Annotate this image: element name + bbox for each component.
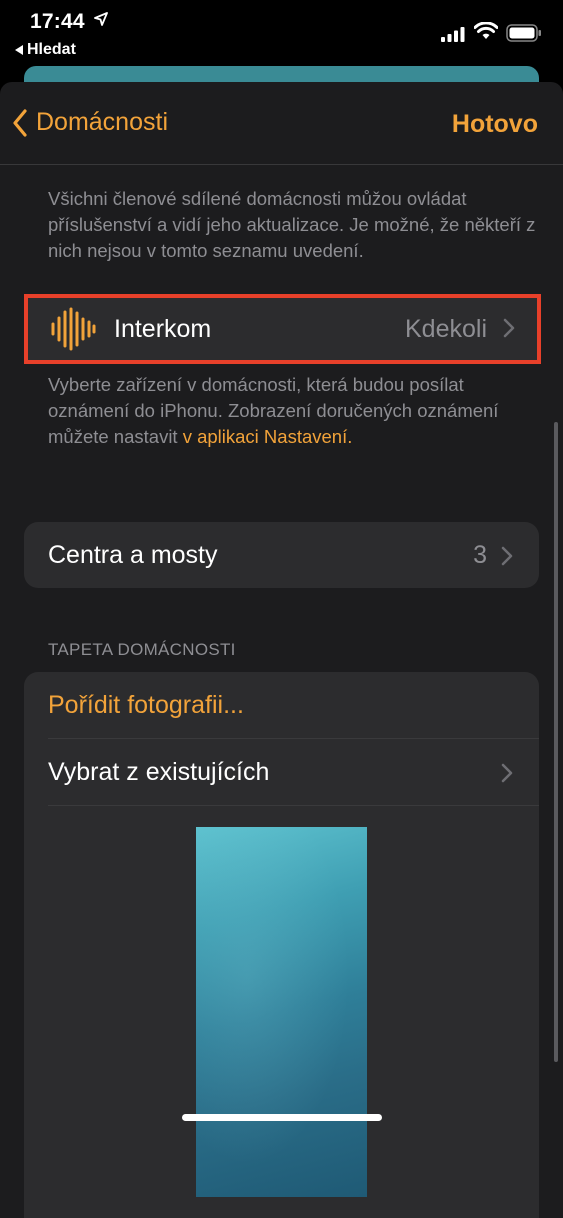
cellular-signal-icon	[441, 27, 465, 42]
location-arrow-icon	[94, 12, 108, 26]
wallpaper-section-header: TAPETA DOMÁCNOSTI	[48, 640, 236, 659]
chevron-right-icon	[501, 546, 513, 566]
back-button-label: Domácnosti	[36, 108, 168, 136]
choose-existing-label: Vybrat z existujících	[48, 757, 270, 786]
chevron-right-icon	[503, 318, 515, 338]
navigation-bar: Domácnosti Hotovo	[0, 82, 563, 165]
chevron-right-icon	[501, 763, 513, 783]
back-to-app-button[interactable]: Hledat	[15, 41, 76, 59]
hubs-card: Centra a mosty 3	[24, 522, 539, 588]
wallpaper-card: Pořídit fotografii... Vybrat z existujíc…	[24, 672, 539, 1218]
status-bar: 17:44 Hledat	[0, 0, 563, 66]
hubs-row[interactable]: Centra a mosty 3	[24, 522, 539, 588]
done-button[interactable]: Hotovo	[452, 110, 538, 139]
members-description: Všichni členové sdílené domácnosti můžou…	[48, 188, 536, 261]
back-app-label: Hledat	[27, 41, 76, 58]
settings-app-link[interactable]: v aplikaci Nastavení.	[183, 426, 353, 447]
choose-existing-row[interactable]: Vybrat z existujících	[24, 739, 539, 805]
settings-sheet: Domácnosti Hotovo Všichni členové sdílen…	[0, 82, 563, 1218]
back-triangle-icon	[15, 45, 23, 55]
intercom-label: Interkom	[114, 314, 212, 343]
intercom-row[interactable]: Interkom Kdekoli	[24, 294, 541, 364]
status-time: 17:44	[30, 10, 85, 33]
wallpaper-preview[interactable]	[196, 827, 367, 1197]
scrollbar[interactable]	[554, 422, 558, 1062]
hubs-label: Centra a mosty	[48, 540, 218, 569]
divider	[48, 805, 539, 806]
home-indicator[interactable]	[182, 1114, 382, 1121]
wifi-icon	[474, 22, 498, 39]
intercom-value: Kdekoli	[405, 314, 487, 343]
hubs-count: 3	[473, 540, 487, 569]
waveform-icon	[50, 307, 96, 351]
chevron-left-icon	[13, 108, 27, 137]
notification-description: Vyberte zařízení v domácnosti, která bud…	[48, 372, 543, 450]
battery-icon	[506, 24, 541, 42]
take-photo-row[interactable]: Pořídit fotografii...	[24, 672, 539, 738]
take-photo-label: Pořídit fotografii...	[48, 690, 244, 719]
back-button[interactable]: Domácnosti	[12, 108, 168, 137]
